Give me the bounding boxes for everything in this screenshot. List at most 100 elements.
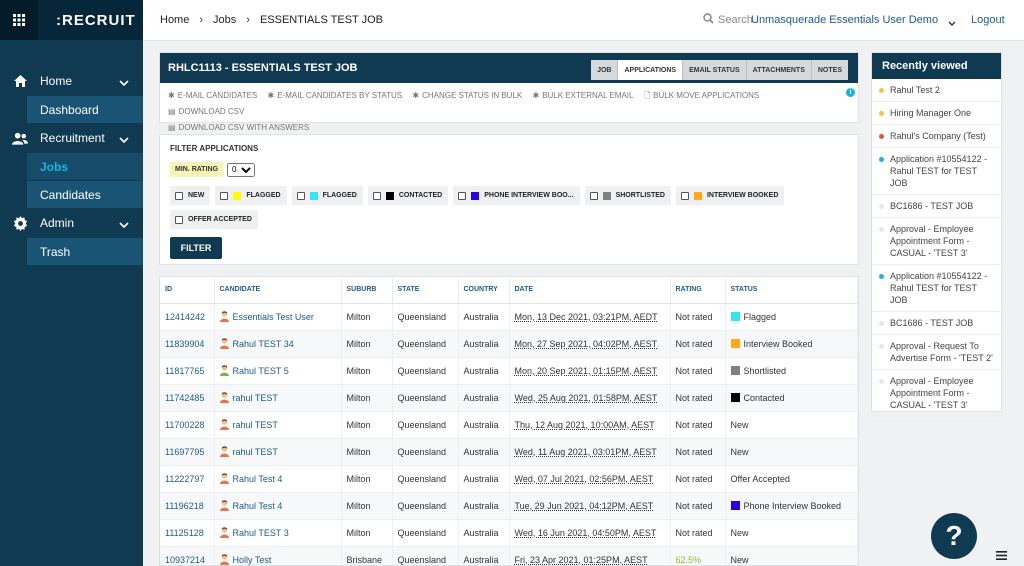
recent-item-label[interactable]: Rahul's Company (Test) <box>890 131 986 141</box>
candidate-name[interactable]: rahul TEST <box>233 420 278 430</box>
cell-id[interactable]: 11700228 <box>160 411 215 439</box>
cell-candidate[interactable]: rahul TEST <box>214 411 342 439</box>
checkbox[interactable] <box>458 191 467 200</box>
min-rating-select[interactable]: 0 <box>227 162 256 177</box>
cell-candidate[interactable]: Holly Test <box>214 546 342 565</box>
cell-id[interactable]: 11697795 <box>160 438 215 466</box>
tab-job[interactable]: JOB <box>591 60 619 80</box>
recent-item-label[interactable]: Approval - Employee Appointment Form - C… <box>890 376 974 410</box>
table-row[interactable]: 11697795 rahul TEST Milton Queensland Austra… <box>160 438 858 466</box>
status-chip-offer-accepted[interactable]: OFFER ACCEPTED <box>170 210 258 229</box>
candidate-name[interactable]: Essentials Test User <box>233 312 314 322</box>
cell-id[interactable]: 11222797 <box>160 465 215 493</box>
bulk-move-action[interactable]: 🗋 BULK MOVE APPLICATIONS <box>644 88 760 104</box>
checkbox[interactable] <box>372 191 381 200</box>
candidate-name[interactable]: Rahul TEST 34 <box>233 339 294 349</box>
checkbox[interactable] <box>220 191 229 200</box>
col-header-suburb[interactable]: SUBURB <box>341 277 393 304</box>
download-csv-action[interactable]: ▤ DOWNLOAD CSV <box>168 104 244 120</box>
candidate-name[interactable]: rahul TEST <box>233 447 278 457</box>
status-chip-new[interactable]: NEW <box>170 186 211 205</box>
nav-group-home[interactable]: Home <box>0 67 143 95</box>
status-chip-shortlisted[interactable]: SHORTLISTED <box>584 186 671 205</box>
recent-item[interactable]: Hiring Manager One <box>872 102 1001 125</box>
recent-item-label[interactable]: Rahul Test 2 <box>890 85 940 95</box>
recent-item[interactable]: Application #10554122 - Rahul TEST for T… <box>872 265 1001 312</box>
table-row[interactable]: 12414242 Essentials Test User Milton Queens… <box>160 303 858 331</box>
table-row[interactable]: 11742485 rahul TEST Milton Queensland Austra… <box>160 384 858 412</box>
col-header-state[interactable]: STATE <box>392 277 459 304</box>
recent-item-label[interactable]: Application #10554122 - Rahul TEST for T… <box>890 154 987 188</box>
email-candidates-action[interactable]: ✱ E-MAIL CANDIDATES <box>168 88 257 104</box>
recent-item[interactable]: Approval - Employee Appointment Form - C… <box>872 370 1001 417</box>
recent-item[interactable]: Application #10554122 - Rahul TEST for T… <box>872 148 1001 195</box>
cell-candidate[interactable]: Essentials Test User <box>214 303 342 331</box>
tab-notes[interactable]: NOTES <box>811 60 848 80</box>
nav-item-candidates[interactable]: Candidates <box>27 181 143 208</box>
cell-id[interactable]: 11196218 <box>160 492 215 520</box>
chevron-down-icon[interactable] <box>948 16 956 30</box>
col-header-candidate[interactable]: CANDIDATE <box>214 277 342 304</box>
recent-item-label[interactable]: BC1686 - TEST JOB <box>890 318 973 328</box>
cell-id[interactable]: 11742485 <box>160 384 215 412</box>
breadcrumb-home[interactable]: Home <box>160 14 189 26</box>
cell-id[interactable]: 12414242 <box>160 303 215 331</box>
logout-link[interactable]: Logout <box>971 14 1005 26</box>
info-icon[interactable]: i <box>846 88 855 97</box>
cell-id[interactable]: 11839904 <box>160 330 215 358</box>
col-header-id[interactable]: ID <box>160 277 215 304</box>
table-row[interactable]: 10937214 Holly Test Brisbane Queensland Aust… <box>160 546 858 565</box>
tab-email-status[interactable]: EMAIL STATUS <box>683 60 747 80</box>
checkbox[interactable] <box>175 191 183 200</box>
status-chip-phone-interview[interactable]: PHONE INTERVIEW BOO... <box>453 186 580 205</box>
filter-button[interactable]: FILTER <box>170 237 222 259</box>
recent-item-label[interactable]: BC1686 - TEST JOB <box>890 201 973 211</box>
cell-candidate[interactable]: rahul TEST <box>214 384 342 412</box>
menu-icon[interactable] <box>996 549 1007 563</box>
cell-candidate[interactable]: Rahul TEST 34 <box>214 330 342 358</box>
tab-attachments[interactable]: ATTACHMENTS <box>746 60 812 80</box>
recent-item[interactable]: Approval - Employee Appointment Form - C… <box>872 218 1001 265</box>
cell-candidate[interactable]: Rahul TEST 5 <box>214 357 342 385</box>
candidate-name[interactable]: Rahul Test 4 <box>233 501 283 511</box>
table-row[interactable]: 11222797 Rahul Test 4 Milton Queensland Aust… <box>160 465 858 493</box>
app-logo[interactable]: :RECRUIT <box>56 12 136 29</box>
cell-candidate[interactable]: Rahul TEST 3 <box>214 519 342 547</box>
recent-item-label[interactable]: Hiring Manager One <box>890 108 971 118</box>
checkbox[interactable] <box>296 191 305 200</box>
recent-item[interactable]: BC1686 - TEST JOB <box>872 312 1001 335</box>
checkbox[interactable] <box>589 191 598 200</box>
cell-candidate[interactable]: Rahul Test 4 <box>214 465 342 493</box>
status-chip-flagged-cyan[interactable]: FLAGGED <box>291 186 363 205</box>
breadcrumb-jobs[interactable]: Jobs <box>213 14 236 26</box>
col-header-country[interactable]: COUNTRY <box>458 277 510 304</box>
status-chip-flagged-yellow[interactable]: FLAGGED <box>215 186 287 205</box>
table-row[interactable]: 11125128 Rahul TEST 3 Milton Queensland Aust… <box>160 519 858 547</box>
recent-item[interactable]: Rahul's Company (Test) <box>872 125 1001 148</box>
status-chip-contacted[interactable]: CONTACTED <box>367 186 449 205</box>
table-row[interactable]: 11817765 Rahul TEST 5 Milton Queensland Aust… <box>160 357 858 385</box>
recent-item[interactable]: BC1686 - TEST JOB <box>872 195 1001 218</box>
email-by-status-action[interactable]: ✱ E-MAIL CANDIDATES BY STATUS <box>268 88 403 104</box>
recent-item-label[interactable]: Approval - Employee Appointment Form - C… <box>890 224 974 258</box>
nav-group-admin[interactable]: Admin <box>0 209 143 237</box>
cell-id[interactable]: 10937214 <box>160 546 215 565</box>
status-chip-interview-booked[interactable]: INTERVIEW BOOKED <box>675 186 785 205</box>
candidate-name[interactable]: Holly Test <box>233 555 272 565</box>
change-status-bulk-action[interactable]: ✱ CHANGE STATUS IN BULK <box>412 88 522 104</box>
candidate-name[interactable]: Rahul Test 4 <box>233 474 283 484</box>
nav-group-recruitment[interactable]: Recruitment <box>0 124 143 152</box>
table-row[interactable]: 11196218 Rahul Test 4 Milton Queensland Aust… <box>160 492 858 520</box>
col-header-status[interactable]: STATUS <box>725 277 858 304</box>
cell-id[interactable]: 11817765 <box>160 357 215 385</box>
app-grid-icon[interactable] <box>0 0 38 40</box>
cell-id[interactable]: 11125128 <box>160 519 215 547</box>
cell-candidate[interactable]: rahul TEST <box>214 438 342 466</box>
recent-item-label[interactable]: Approval - Request To Advertise Form - '… <box>890 341 993 363</box>
nav-item-trash[interactable]: Trash <box>27 238 143 265</box>
checkbox[interactable] <box>680 191 689 200</box>
candidate-name[interactable]: rahul TEST <box>233 393 278 403</box>
table-row[interactable]: 11839904 Rahul TEST 34 Milton Queensland Aus… <box>160 330 858 358</box>
user-menu[interactable]: Unmasquerade Essentials User Demo <box>751 14 938 26</box>
table-row[interactable]: 11700228 rahul TEST Milton Queensland Austra… <box>160 411 858 439</box>
